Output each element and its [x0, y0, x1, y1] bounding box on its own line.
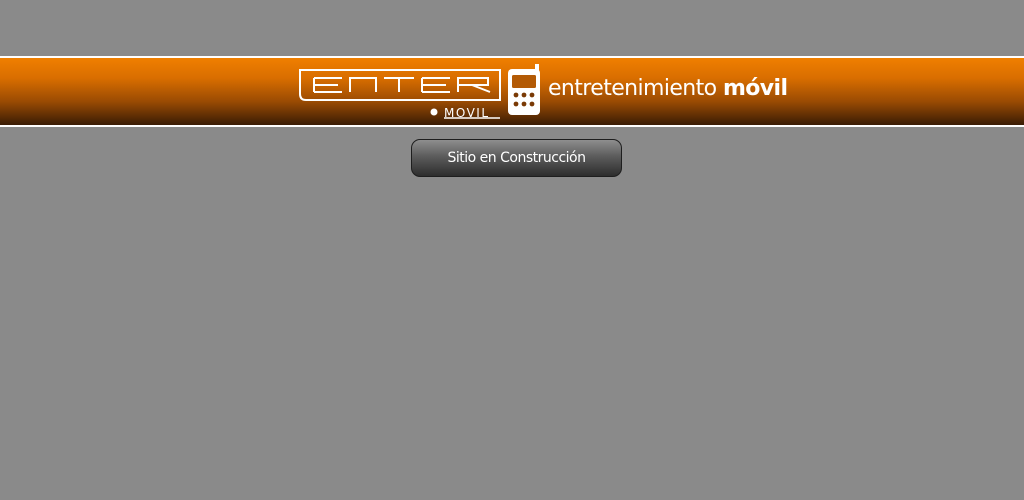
enter-movil-logo-mark: MOVIL: [299, 64, 540, 120]
brand-tagline: entretenimiento móvil: [548, 75, 788, 103]
tagline-regular: entretenimiento: [548, 76, 717, 101]
under-construction-button[interactable]: Sitio en Construcción: [411, 139, 622, 177]
tagline-bold: móvil: [722, 76, 788, 101]
mobile-phone-icon: [508, 64, 540, 115]
header-banner: MOVIL entretenimiento móvil: [0, 56, 1024, 127]
header-gradient-bar: MOVIL entretenimiento móvil: [0, 58, 1024, 125]
